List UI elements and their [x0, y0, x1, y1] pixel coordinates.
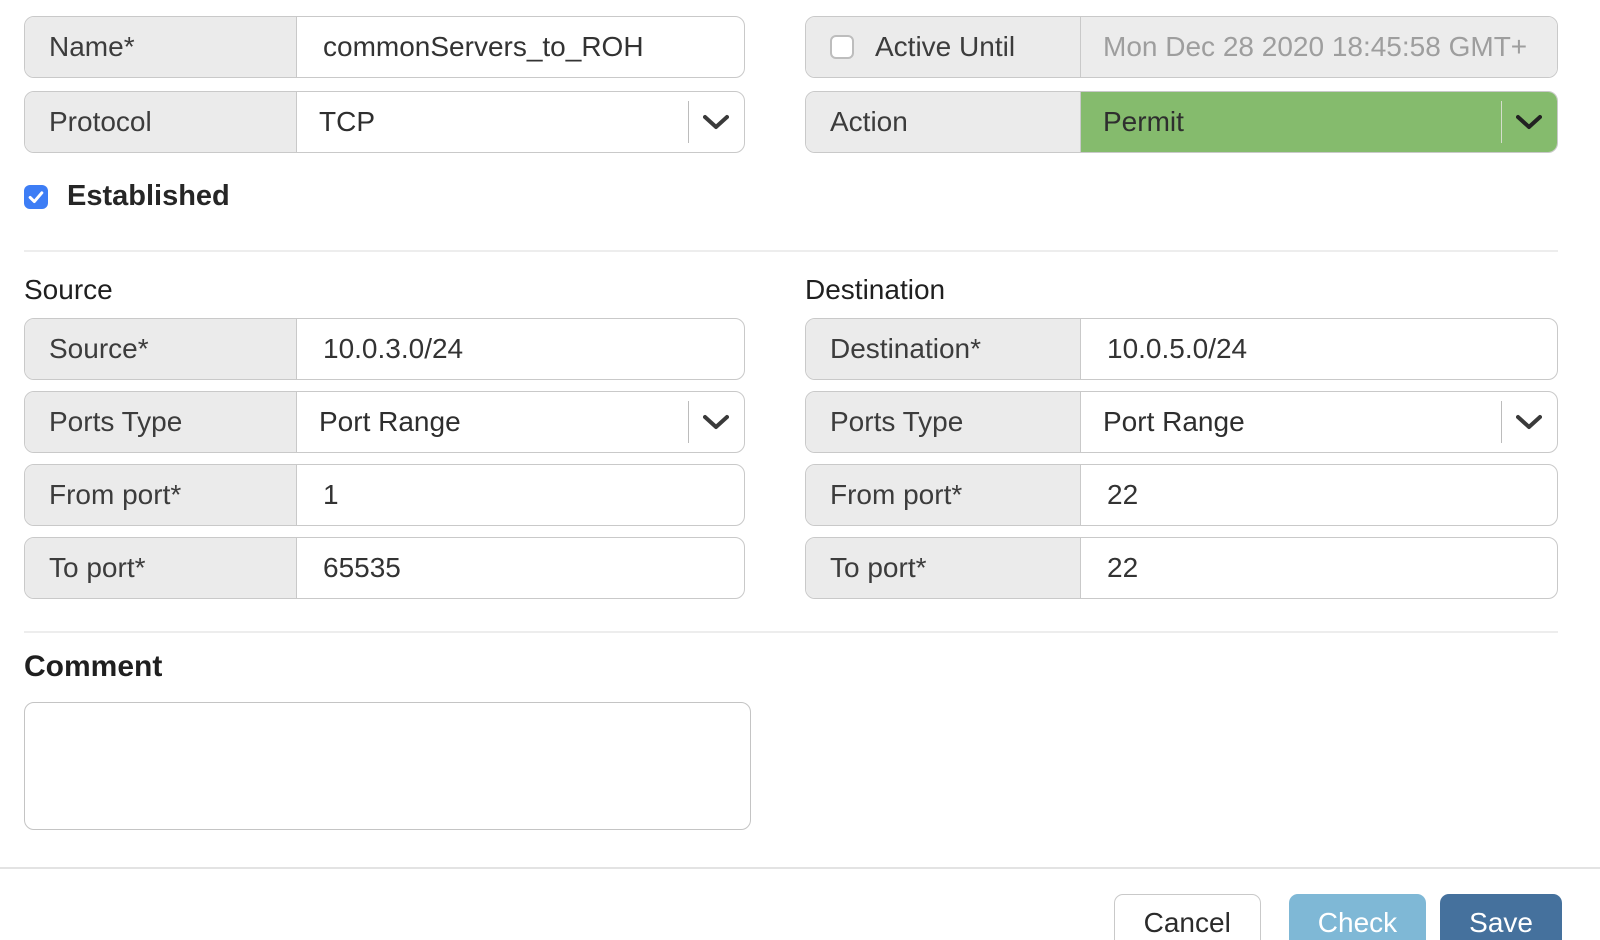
cancel-button[interactable]: Cancel [1114, 894, 1261, 940]
destination-section-title: Destination [805, 274, 1558, 306]
destination-to-port-input[interactable] [1081, 552, 1557, 584]
active-until-checkbox[interactable] [830, 35, 854, 59]
source-address-input[interactable] [297, 333, 744, 365]
destination-ports-type-row: Ports Type Port Range [805, 391, 1558, 453]
established-row: Established [24, 180, 1558, 213]
select-divider [688, 101, 689, 143]
active-until-text: Active Until [875, 31, 1015, 63]
protocol-label: Protocol [25, 92, 297, 152]
source-from-port-label: From port* [25, 465, 297, 525]
destination-from-port-input[interactable] [1081, 479, 1557, 511]
destination-section: Destination Destination* Ports Type Port… [805, 274, 1558, 610]
destination-to-port-row: To port* [805, 537, 1558, 599]
footer: Cancel Check Save [0, 867, 1600, 940]
action-label: Action [806, 92, 1081, 152]
chevron-down-icon [1514, 413, 1544, 431]
source-address-label: Source* [25, 319, 297, 379]
select-divider [1501, 101, 1502, 143]
section-divider [24, 250, 1558, 252]
chevron-down-icon [701, 413, 731, 431]
name-input[interactable] [297, 31, 744, 63]
established-checkbox[interactable] [24, 185, 48, 209]
check-button[interactable]: Check [1289, 894, 1426, 940]
established-label: Established [67, 180, 230, 213]
destination-address-input[interactable] [1081, 333, 1557, 365]
action-select[interactable]: Permit [1081, 92, 1557, 152]
protocol-select[interactable]: TCP [297, 92, 744, 152]
destination-address-row: Destination* [805, 318, 1558, 380]
name-field-row: Name* [24, 16, 745, 78]
active-until-label: Active Until [806, 17, 1081, 77]
comment-title: Comment [24, 650, 1558, 684]
protocol-row: Protocol TCP [24, 91, 745, 153]
source-to-port-input[interactable] [297, 552, 744, 584]
chevron-down-icon [701, 113, 731, 131]
destination-ports-type-label: Ports Type [806, 392, 1081, 452]
active-until-date-input [1081, 31, 1557, 63]
rule-editor-form: Name* Active Until Protocol TCP [24, 16, 1558, 830]
source-from-port-row: From port* [24, 464, 745, 526]
source-ports-type-row: Ports Type Port Range [24, 391, 745, 453]
destination-to-port-label: To port* [806, 538, 1081, 598]
source-to-port-label: To port* [25, 538, 297, 598]
source-ports-type-label: Ports Type [25, 392, 297, 452]
active-until-row: Active Until [805, 16, 1558, 78]
destination-from-port-label: From port* [806, 465, 1081, 525]
source-ports-type-select[interactable]: Port Range [297, 392, 744, 452]
source-to-port-row: To port* [24, 537, 745, 599]
checkmark-icon [26, 187, 46, 207]
comment-textarea[interactable] [24, 702, 751, 830]
source-address-row: Source* [24, 318, 745, 380]
select-divider [1501, 401, 1502, 443]
chevron-down-icon [1514, 113, 1544, 131]
save-button[interactable]: Save [1440, 894, 1562, 940]
select-divider [688, 401, 689, 443]
destination-ports-type-select[interactable]: Port Range [1081, 392, 1557, 452]
destination-address-label: Destination* [806, 319, 1081, 379]
action-row: Action Permit [805, 91, 1558, 153]
source-section: Source Source* Ports Type Port Range [24, 274, 745, 610]
destination-from-port-row: From port* [805, 464, 1558, 526]
source-section-title: Source [24, 274, 745, 306]
section-divider [24, 631, 1558, 633]
source-from-port-input[interactable] [297, 479, 744, 511]
name-label: Name* [25, 17, 297, 77]
